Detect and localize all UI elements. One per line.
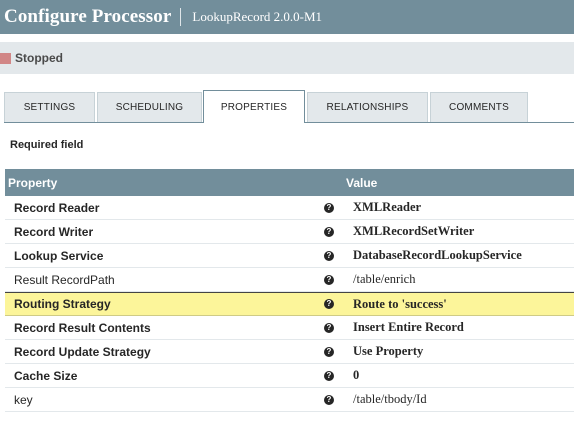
help-circle-icon[interactable]: ? (324, 250, 334, 261)
status-label: Stopped (15, 51, 63, 65)
help-circle-icon[interactable]: ? (324, 322, 334, 333)
property-name: Record Result Contents? (5, 316, 346, 339)
help-circle-icon[interactable]: ? (324, 346, 334, 357)
property-value[interactable]: Insert Entire Record (346, 320, 464, 335)
help-circle-icon[interactable]: ? (324, 299, 334, 309)
property-value[interactable]: 0 (346, 368, 359, 383)
tab-relationships-label: RELATIONSHIPS (326, 102, 409, 113)
table-row[interactable]: Record Result Contents? Insert Entire Re… (5, 316, 574, 340)
column-header-value[interactable]: Value (346, 176, 377, 190)
dialog-header: Configure Processor LookupRecord 2.0.0-M… (0, 0, 574, 34)
property-name-text: Lookup Service (14, 248, 104, 263)
property-value[interactable]: DatabaseRecordLookupService (346, 248, 522, 263)
property-name: Result RecordPath? (5, 268, 346, 291)
tab-comments-label: COMMENTS (449, 102, 509, 113)
table-row[interactable]: Record Update Strategy? Use Property (5, 340, 574, 364)
property-name-text: Record Result Contents (14, 320, 151, 335)
property-name: Record Update Strategy? (5, 340, 346, 363)
title-separator (180, 8, 182, 26)
table-header: Property Value (5, 169, 574, 196)
tab-scheduling[interactable]: SCHEDULING (97, 92, 202, 122)
property-name-text: Record Reader (14, 200, 100, 215)
property-name: Record Reader? (5, 196, 346, 219)
property-name: Routing Strategy? (5, 293, 346, 315)
property-value[interactable]: /table/enrich (346, 272, 415, 287)
help-circle-icon[interactable]: ? (324, 226, 334, 237)
tab-relationships[interactable]: RELATIONSHIPS (307, 92, 428, 122)
property-value[interactable]: Use Property (346, 344, 423, 359)
property-name: Lookup Service? (5, 244, 346, 267)
property-name: Record Writer? (5, 220, 346, 243)
status-bar: Stopped (0, 42, 574, 74)
tab-comments[interactable]: COMMENTS (430, 92, 528, 122)
tab-settings-label: SETTINGS (23, 102, 76, 113)
required-field-note: Required field (10, 139, 84, 151)
table-row[interactable]: Result RecordPath? /table/enrich (5, 268, 574, 292)
property-name-text: key (14, 392, 33, 407)
help-circle-icon[interactable]: ? (324, 394, 334, 405)
table-row[interactable]: Lookup Service? DatabaseRecordLookupServ… (5, 244, 574, 268)
table-row[interactable]: Cache Size? 0 (5, 364, 574, 388)
help-circle-icon[interactable]: ? (324, 274, 334, 285)
column-header-property[interactable]: Property (5, 176, 346, 190)
property-name-text: Record Writer (14, 224, 94, 239)
property-name-text: Routing Strategy (14, 297, 111, 311)
table-row[interactable]: Record Writer? XMLRecordSetWriter (5, 220, 574, 244)
help-circle-icon[interactable]: ? (324, 370, 334, 381)
property-value[interactable]: XMLRecordSetWriter (346, 224, 474, 239)
tab-settings[interactable]: SETTINGS (4, 92, 95, 122)
help-circle-icon[interactable]: ? (324, 202, 334, 213)
property-value[interactable]: XMLReader (346, 200, 421, 215)
table-row[interactable]: Record Reader? XMLReader (5, 196, 574, 220)
property-name: Cache Size? (5, 364, 346, 387)
stopped-status-icon (0, 52, 11, 64)
tab-bar: SETTINGS SCHEDULING PROPERTIES RELATIONS… (4, 90, 574, 123)
table-row-selected[interactable]: Routing Strategy? Route to 'success' (5, 292, 574, 316)
table-row[interactable]: key? /table/tbody/Id (5, 388, 574, 412)
tab-scheduling-label: SCHEDULING (115, 102, 184, 113)
dialog-title: Configure Processor (4, 6, 172, 27)
tab-properties[interactable]: PROPERTIES (203, 90, 305, 123)
property-name: key? (5, 388, 346, 411)
properties-table: Property Value Record Reader? XMLReader … (5, 169, 574, 412)
property-name-text: Result RecordPath (14, 272, 115, 287)
property-name-text: Record Update Strategy (14, 344, 151, 359)
tab-properties-label: PROPERTIES (220, 101, 288, 113)
processor-type: LookupRecord 2.0.0-M1 (192, 9, 323, 24)
property-value[interactable]: /table/tbody/Id (346, 392, 427, 407)
property-value[interactable]: Route to 'success' (346, 297, 447, 312)
property-name-text: Cache Size (14, 368, 78, 383)
